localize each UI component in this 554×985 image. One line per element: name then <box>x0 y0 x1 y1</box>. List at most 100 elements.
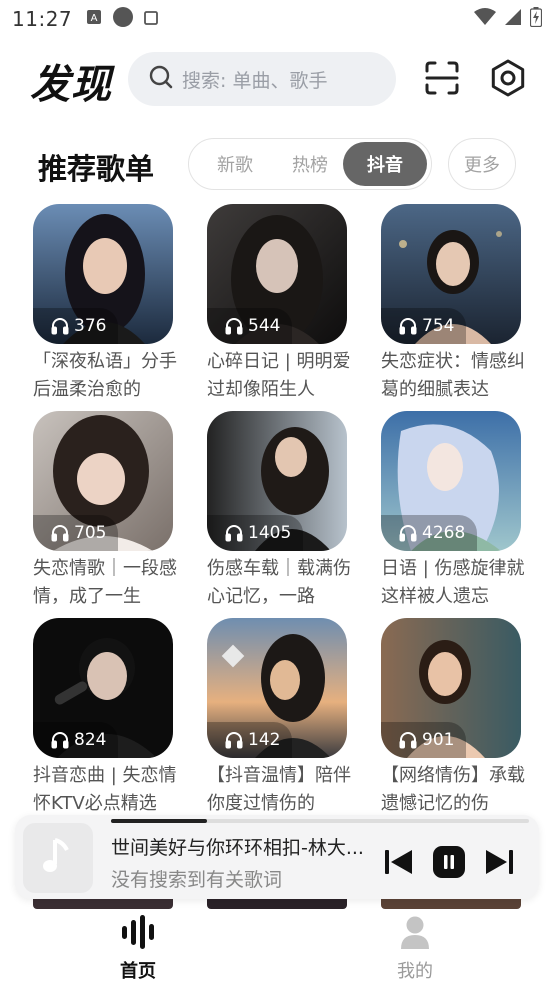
playlist-cover: 4268 <box>381 411 521 551</box>
headphones-icon <box>51 525 69 542</box>
next-button[interactable] <box>482 845 516 879</box>
svg-text:A: A <box>91 13 98 24</box>
circle-icon <box>112 6 134 32</box>
wifi-icon <box>474 8 496 30</box>
status-time: 11:27 <box>12 7 73 31</box>
play-count-value: 544 <box>248 316 281 336</box>
playlist-title: 伤感车载｜载满伤心记忆，一路 <box>207 558 351 607</box>
nav-profile[interactable]: 我的 <box>355 915 475 983</box>
headphones-icon <box>399 732 417 749</box>
play-count-value: 824 <box>74 730 107 750</box>
tab-new-songs[interactable]: 新歌 <box>193 142 277 186</box>
mini-player[interactable]: 世间美好与你环环相扣-林大... 没有搜索到有关歌词 <box>15 815 539 899</box>
nav-profile-label: 我的 <box>397 961 433 982</box>
playlist-card[interactable]: 4268 日语 | 伤感旋律就这样被人遗忘 <box>381 411 525 611</box>
pause-button[interactable] <box>432 845 466 879</box>
play-count-value: 142 <box>248 730 281 750</box>
playlist-title: 失恋症状：情感纠葛的细腻表达 <box>381 351 525 400</box>
search-input[interactable]: 搜索: 单曲、歌手 <box>128 52 396 106</box>
settings-button[interactable] <box>488 58 528 98</box>
progress-fill <box>111 819 208 823</box>
square-icon <box>144 10 159 29</box>
bottom-nav: 首页 我的 <box>0 909 554 985</box>
peek-cover <box>381 899 521 909</box>
play-count: 376 <box>33 308 119 344</box>
more-button[interactable]: 更多 <box>448 138 516 190</box>
album-art[interactable] <box>23 823 93 893</box>
person-icon <box>398 915 432 953</box>
playlist-cover: 901 <box>381 618 521 758</box>
now-playing-title: 世间美好与你环环相扣-林大... <box>111 837 364 859</box>
headphones-icon <box>51 318 69 335</box>
tab-douyin[interactable]: 抖音 <box>343 142 427 186</box>
playlist-title: 【网络情伤】承载遗憾记忆的伤 <box>381 765 525 814</box>
playlist-card[interactable]: 705 失恋情歌｜一段感情，成了一生 <box>33 411 177 611</box>
peek-cover <box>207 899 347 909</box>
play-count: 4268 <box>381 515 478 551</box>
playlist-cover: 754 <box>381 204 521 344</box>
play-count: 142 <box>207 722 293 758</box>
playlist-card[interactable]: 754 失恋症状：情感纠葛的细腻表达 <box>381 204 525 404</box>
headphones-icon <box>399 318 417 335</box>
play-count: 544 <box>207 308 293 344</box>
playlist-title: 失恋情歌｜一段感情，成了一生 <box>33 558 177 607</box>
nav-home[interactable]: 首页 <box>78 915 198 983</box>
search-icon <box>148 64 174 94</box>
battery-icon <box>529 7 543 31</box>
playlist-card[interactable]: 1405 伤感车载｜载满伤心记忆，一路 <box>207 411 351 611</box>
playlist-card[interactable]: 376 「深夜私语」分手后温柔治愈的 <box>33 204 177 404</box>
home-sound-icon <box>120 915 156 953</box>
play-count-value: 1405 <box>248 523 292 543</box>
play-count-value: 705 <box>74 523 107 543</box>
playlist-cover: 824 <box>33 618 173 758</box>
header: 发现 搜索: 单曲、歌手 <box>0 50 554 108</box>
music-note-icon <box>41 836 75 880</box>
play-count: 901 <box>381 722 467 758</box>
section-title: 推荐歌单 <box>38 152 155 186</box>
tab-hot-chart[interactable]: 热榜 <box>277 142 343 186</box>
signal-icon <box>504 8 522 30</box>
playlist-title: 【抖音温情】陪伴你度过情伤的 <box>207 765 351 814</box>
play-count-value: 901 <box>422 730 455 750</box>
scan-icon <box>422 61 462 102</box>
play-count: 1405 <box>207 515 304 551</box>
playlist-title: 日语 | 伤感旋律就这样被人遗忘 <box>381 558 525 607</box>
playlist-card[interactable]: 824 抖音恋曲 | 失恋情怀KTV必点精选 <box>33 618 177 818</box>
play-count: 754 <box>381 308 467 344</box>
playlist-card[interactable]: 544 心碎日记 | 明明爱过却像陌生人 <box>207 204 351 404</box>
play-count-value: 754 <box>422 316 455 336</box>
nav-home-label: 首页 <box>120 961 156 982</box>
progress-bar[interactable] <box>111 819 529 823</box>
play-count-value: 4268 <box>422 523 466 543</box>
headphones-icon <box>225 318 243 335</box>
previous-button[interactable] <box>382 845 416 879</box>
headphones-icon <box>51 732 69 749</box>
next-icon <box>482 850 516 883</box>
playlist-card[interactable]: 142 【抖音温情】陪伴你度过情伤的 <box>207 618 351 818</box>
previous-icon <box>382 850 416 883</box>
headphones-icon <box>399 525 417 542</box>
tab-group: 新歌 热榜 抖音 <box>188 138 432 190</box>
playlist-cover: 142 <box>207 618 347 758</box>
status-icons-right <box>474 7 543 31</box>
peek-cover <box>33 899 173 909</box>
playlist-title: 抖音恋曲 | 失恋情怀KTV必点精选 <box>33 765 177 814</box>
app-notification-icon: A <box>86 9 102 29</box>
headphones-icon <box>225 525 243 542</box>
playlist-cover: 376 <box>33 204 173 344</box>
headphones-icon <box>225 732 243 749</box>
settings-icon <box>488 59 528 102</box>
status-bar: 11:27 A <box>0 0 554 38</box>
status-icons-left: A <box>86 6 159 32</box>
search-placeholder: 搜索: 单曲、歌手 <box>182 69 328 92</box>
playlist-cover: 544 <box>207 204 347 344</box>
playlist-cover: 1405 <box>207 411 347 551</box>
play-count: 824 <box>33 722 119 758</box>
page-title: 发现 <box>30 62 112 108</box>
play-count: 705 <box>33 515 119 551</box>
pause-icon <box>432 846 466 883</box>
scan-button[interactable] <box>422 58 462 98</box>
playlist-title: 「深夜私语」分手后温柔治愈的 <box>33 351 177 400</box>
play-count-value: 376 <box>74 316 107 336</box>
playlist-card[interactable]: 901 【网络情伤】承载遗憾记忆的伤 <box>381 618 525 818</box>
